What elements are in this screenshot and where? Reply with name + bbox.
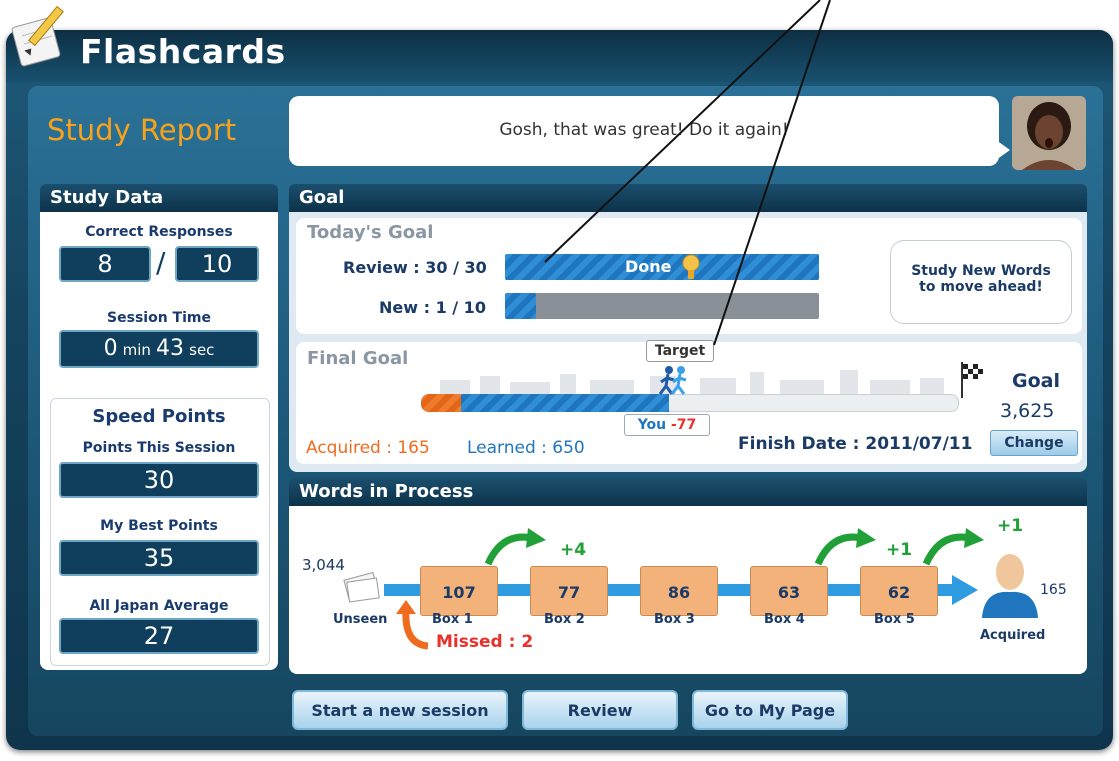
coach-avatar	[1012, 96, 1086, 170]
gain-acquired: +1	[997, 516, 1024, 536]
finish-date: Finish Date : 2011/07/11	[738, 434, 973, 454]
target-label: Target	[654, 343, 706, 359]
min-unit: min	[122, 341, 151, 359]
average-value: 27	[59, 618, 259, 654]
checkered-flag-icon	[961, 362, 983, 398]
box-4: 63	[750, 566, 828, 616]
box-5-label: Box 5	[874, 612, 915, 627]
box-count: 62	[887, 583, 911, 602]
new-progress-bar	[505, 293, 819, 319]
medal-icon	[682, 254, 700, 279]
session-time-label: Session Time	[107, 310, 211, 326]
speech-text: Gosh, that was great! Do it again!	[499, 120, 789, 140]
new-label: New : 1 / 10	[379, 298, 486, 317]
green-advance-arrow-icon	[484, 528, 546, 566]
start-session-button[interactable]: Start a new session	[292, 690, 508, 730]
tip-text: Study New Words to move ahead!	[911, 263, 1051, 295]
missed-return-arrow-icon	[396, 600, 429, 650]
box-count: 63	[777, 583, 801, 602]
goal-label: Goal	[1012, 370, 1060, 392]
box-3: 86	[640, 566, 718, 616]
box-count: 77	[557, 583, 581, 602]
final-progress-acquired	[421, 394, 461, 412]
acquired-label: Acquired	[980, 628, 1046, 643]
todays-goal-title: Today's Goal	[307, 222, 434, 243]
points-session-label: Points This Session	[82, 440, 236, 456]
acquired-summary: Acquired : 165	[306, 438, 430, 458]
you-delta: -77	[671, 417, 697, 433]
you-badge: You -77	[624, 414, 710, 436]
person-icon	[1012, 96, 1086, 170]
final-goal-title: Final Goal	[307, 348, 409, 369]
box-count: 86	[667, 583, 691, 602]
correct-responses-label: Correct Responses	[85, 224, 233, 240]
target-badge: Target	[646, 340, 714, 362]
runners-icon	[658, 366, 687, 395]
goal-value: 3,625	[1000, 400, 1055, 422]
change-button[interactable]: Change	[990, 430, 1078, 456]
points-session-value: 30	[59, 462, 259, 498]
best-points-label: My Best Points	[100, 518, 218, 534]
acquired-person-icon	[982, 554, 1038, 618]
session-min: 0	[103, 336, 118, 361]
box-4-label: Box 4	[764, 612, 805, 627]
box-5: 62	[860, 566, 938, 616]
box-3-label: Box 3	[654, 612, 695, 627]
green-advance-arrow-icon	[814, 528, 876, 566]
correct-separator: /	[156, 246, 166, 279]
gain-box5: +1	[886, 540, 913, 560]
box-2-label: Box 2	[544, 612, 585, 627]
correct-count: 8	[59, 246, 151, 282]
new-progress-fill	[505, 293, 537, 319]
gain-box2: +4	[560, 540, 587, 560]
review-progress-bar: Done	[505, 254, 819, 280]
total-count: 10	[175, 246, 259, 282]
process-header: Words in Process	[289, 478, 1087, 506]
unseen-label: Unseen	[333, 612, 388, 627]
speech-tail	[996, 140, 1010, 160]
unseen-count: 3,044	[302, 556, 345, 574]
average-label: All Japan Average	[89, 598, 229, 614]
box-1-label: Box 1	[432, 612, 473, 627]
session-time-value: 0 min 43 sec	[59, 330, 259, 368]
report-title: Study Report	[47, 113, 237, 147]
app-title: Flashcards	[80, 32, 286, 71]
you-label: You	[637, 417, 667, 433]
speed-points-heading: Speed Points	[92, 406, 226, 427]
box-2: 77	[530, 566, 608, 616]
study-data-header: Study Data	[40, 184, 278, 212]
pencil-notepad-icon	[11, 5, 64, 67]
review-label: Review : 30 / 30	[343, 258, 487, 277]
review-button[interactable]: Review	[522, 690, 678, 730]
unseen-cards-icon	[343, 571, 380, 603]
flow-arrowhead	[952, 575, 978, 605]
done-label: Done	[625, 257, 672, 276]
title-bar: Flashcards	[6, 30, 1113, 82]
session-sec: 43	[156, 336, 185, 361]
missed-label: Missed : 2	[436, 632, 534, 652]
sec-unit: sec	[189, 341, 215, 359]
my-page-button[interactable]: Go to My Page	[692, 690, 848, 730]
acquired-count: 165	[1040, 582, 1067, 598]
tip-bubble: Study New Words to move ahead!	[890, 240, 1072, 324]
speech-bubble: Gosh, that was great! Do it again!	[289, 96, 999, 166]
best-points-value: 35	[59, 540, 259, 576]
goal-header: Goal	[289, 184, 1087, 212]
skyline-decoration	[440, 370, 944, 394]
learned-summary: Learned : 650	[467, 438, 585, 458]
